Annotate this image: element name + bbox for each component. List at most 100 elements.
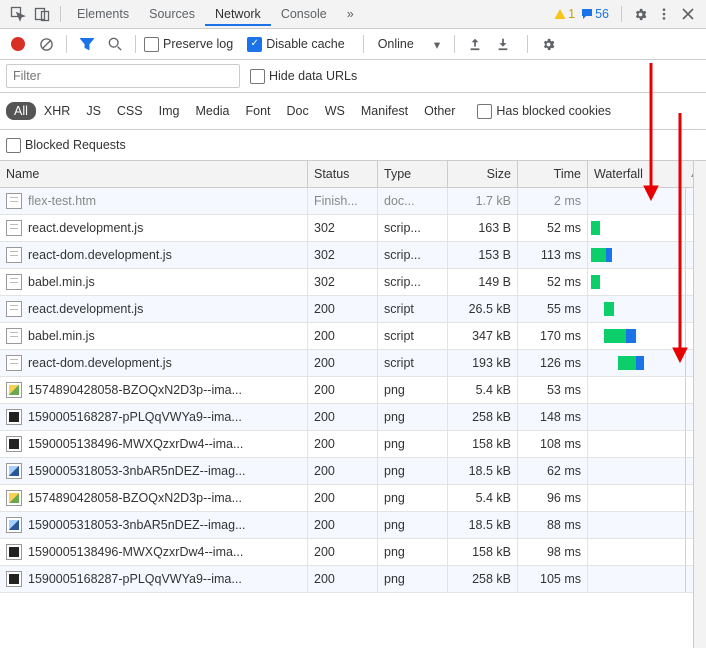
table-row[interactable]: 1590005168287-pPLQqVWYa9--ima...200png25… <box>0 566 706 593</box>
search-icon[interactable] <box>103 32 127 56</box>
filter-media[interactable]: Media <box>187 102 237 120</box>
file-icon <box>6 301 22 317</box>
has-blocked-cookies-checkbox[interactable]: Has blocked cookies <box>477 104 611 119</box>
request-time: 98 ms <box>518 539 588 565</box>
blocked-requests-checkbox[interactable]: Blocked Requests <box>6 138 126 153</box>
request-status: 302 <box>308 215 378 241</box>
request-type: scrip... <box>378 269 448 295</box>
disable-cache-checkbox[interactable]: Disable cache <box>247 37 345 52</box>
request-type: png <box>378 458 448 484</box>
separator <box>66 35 67 53</box>
table-row[interactable]: react.development.js302scrip...163 B52 m… <box>0 215 706 242</box>
network-settings-icon[interactable] <box>536 32 560 56</box>
close-icon[interactable] <box>676 1 700 27</box>
request-time: 62 ms <box>518 458 588 484</box>
preserve-log-checkbox[interactable]: Preserve log <box>144 37 233 52</box>
messages-badge[interactable]: 56 <box>581 7 609 21</box>
col-type: Type <box>378 161 448 187</box>
table-row[interactable]: 1574890428058-BZOQxN2D3p--ima...200png5.… <box>0 377 706 404</box>
request-waterfall <box>588 188 706 214</box>
separator <box>363 35 364 53</box>
filter-input[interactable] <box>6 64 240 88</box>
filter-ws[interactable]: WS <box>317 102 353 120</box>
devtools-tabs: ElementsSourcesNetworkConsole » 1 56 <box>0 0 706 29</box>
request-name: 1590005168287-pPLQqVWYa9--ima... <box>28 410 242 424</box>
col-size: Size <box>448 161 518 187</box>
hide-data-urls-checkbox[interactable]: Hide data URLs <box>250 69 357 84</box>
filter-toggle-icon[interactable] <box>75 32 99 56</box>
file-icon <box>6 328 22 344</box>
col-status: Status <box>308 161 378 187</box>
table-row[interactable]: 1590005168287-pPLQqVWYa9--ima...200png25… <box>0 404 706 431</box>
filter-manifest[interactable]: Manifest <box>353 102 416 120</box>
request-type: png <box>378 404 448 430</box>
warnings-badge[interactable]: 1 <box>554 7 575 21</box>
table-row[interactable]: react-dom.development.js200script193 kB1… <box>0 350 706 377</box>
inspect-icon[interactable] <box>6 1 30 27</box>
download-har-icon[interactable] <box>491 32 515 56</box>
col-waterfall: Waterfall▲ <box>588 161 706 187</box>
table-row[interactable]: 1590005138496-MWXQzxrDw4--ima...200png15… <box>0 539 706 566</box>
kebab-menu-icon[interactable] <box>652 1 676 27</box>
file-icon <box>6 247 22 263</box>
request-name: babel.min.js <box>28 329 95 343</box>
filter-js[interactable]: JS <box>78 102 109 120</box>
request-waterfall <box>588 539 706 565</box>
tab-overflow[interactable]: » <box>337 3 364 25</box>
request-size: 347 kB <box>448 323 518 349</box>
table-row[interactable]: react-dom.development.js302scrip...153 B… <box>0 242 706 269</box>
tab-sources[interactable]: Sources <box>139 3 205 26</box>
request-name: 1590005318053-3nbAR5nDEZ--imag... <box>28 518 246 532</box>
col-time: Time <box>518 161 588 187</box>
request-type: png <box>378 485 448 511</box>
request-status: 302 <box>308 269 378 295</box>
table-row[interactable]: flex-test.htmFinish...doc...1.7 kB2 ms <box>0 188 706 215</box>
request-name: react-dom.development.js <box>28 356 172 370</box>
filter-img[interactable]: Img <box>151 102 188 120</box>
record-button[interactable] <box>6 32 30 56</box>
request-status: 200 <box>308 512 378 538</box>
table-row[interactable]: react.development.js200script26.5 kB55 m… <box>0 296 706 323</box>
tab-console[interactable]: Console <box>271 3 337 26</box>
table-header[interactable]: Name Status Type Size Time Waterfall▲ <box>0 161 706 188</box>
request-type: png <box>378 377 448 403</box>
filter-all[interactable]: All <box>6 102 36 120</box>
request-type-filter: AllXHRJSCSSImgMediaFontDocWSManifestOthe… <box>0 93 706 130</box>
network-toolbar: Preserve log Disable cache Online▾ <box>0 29 706 60</box>
request-name: 1590005138496-MWXQzxrDw4--ima... <box>28 545 243 559</box>
request-waterfall <box>588 404 706 430</box>
request-type: doc... <box>378 188 448 214</box>
table-row[interactable]: 1590005318053-3nbAR5nDEZ--imag...200png1… <box>0 512 706 539</box>
table-row[interactable]: babel.min.js302scrip...149 B52 ms <box>0 269 706 296</box>
request-size: 5.4 kB <box>448 377 518 403</box>
filter-doc[interactable]: Doc <box>279 102 317 120</box>
tab-network[interactable]: Network <box>205 3 271 26</box>
table-row[interactable]: 1574890428058-BZOQxN2D3p--ima...200png5.… <box>0 485 706 512</box>
device-toggle-icon[interactable] <box>30 1 54 27</box>
vertical-scrollbar[interactable] <box>693 161 706 648</box>
request-size: 158 kB <box>448 539 518 565</box>
tab-elements[interactable]: Elements <box>67 3 139 26</box>
request-time: 108 ms <box>518 431 588 457</box>
filter-css[interactable]: CSS <box>109 102 151 120</box>
request-status: 200 <box>308 404 378 430</box>
network-table: Name Status Type Size Time Waterfall▲ fl… <box>0 161 706 648</box>
request-time: 126 ms <box>518 350 588 376</box>
request-type: script <box>378 350 448 376</box>
filter-other[interactable]: Other <box>416 102 463 120</box>
clear-button[interactable] <box>34 32 58 56</box>
request-time: 55 ms <box>518 296 588 322</box>
upload-har-icon[interactable] <box>463 32 487 56</box>
filter-font[interactable]: Font <box>238 102 279 120</box>
file-icon <box>6 517 22 533</box>
request-time: 148 ms <box>518 404 588 430</box>
table-row[interactable]: 1590005318053-3nbAR5nDEZ--imag...200png1… <box>0 458 706 485</box>
filter-xhr[interactable]: XHR <box>36 102 78 120</box>
request-time: 52 ms <box>518 269 588 295</box>
settings-icon[interactable] <box>628 1 652 27</box>
throttling-select[interactable]: Online▾ <box>372 35 446 54</box>
table-row[interactable]: babel.min.js200script347 kB170 ms <box>0 323 706 350</box>
table-row[interactable]: 1590005138496-MWXQzxrDw4--ima...200png15… <box>0 431 706 458</box>
request-size: 158 kB <box>448 431 518 457</box>
request-size: 149 B <box>448 269 518 295</box>
